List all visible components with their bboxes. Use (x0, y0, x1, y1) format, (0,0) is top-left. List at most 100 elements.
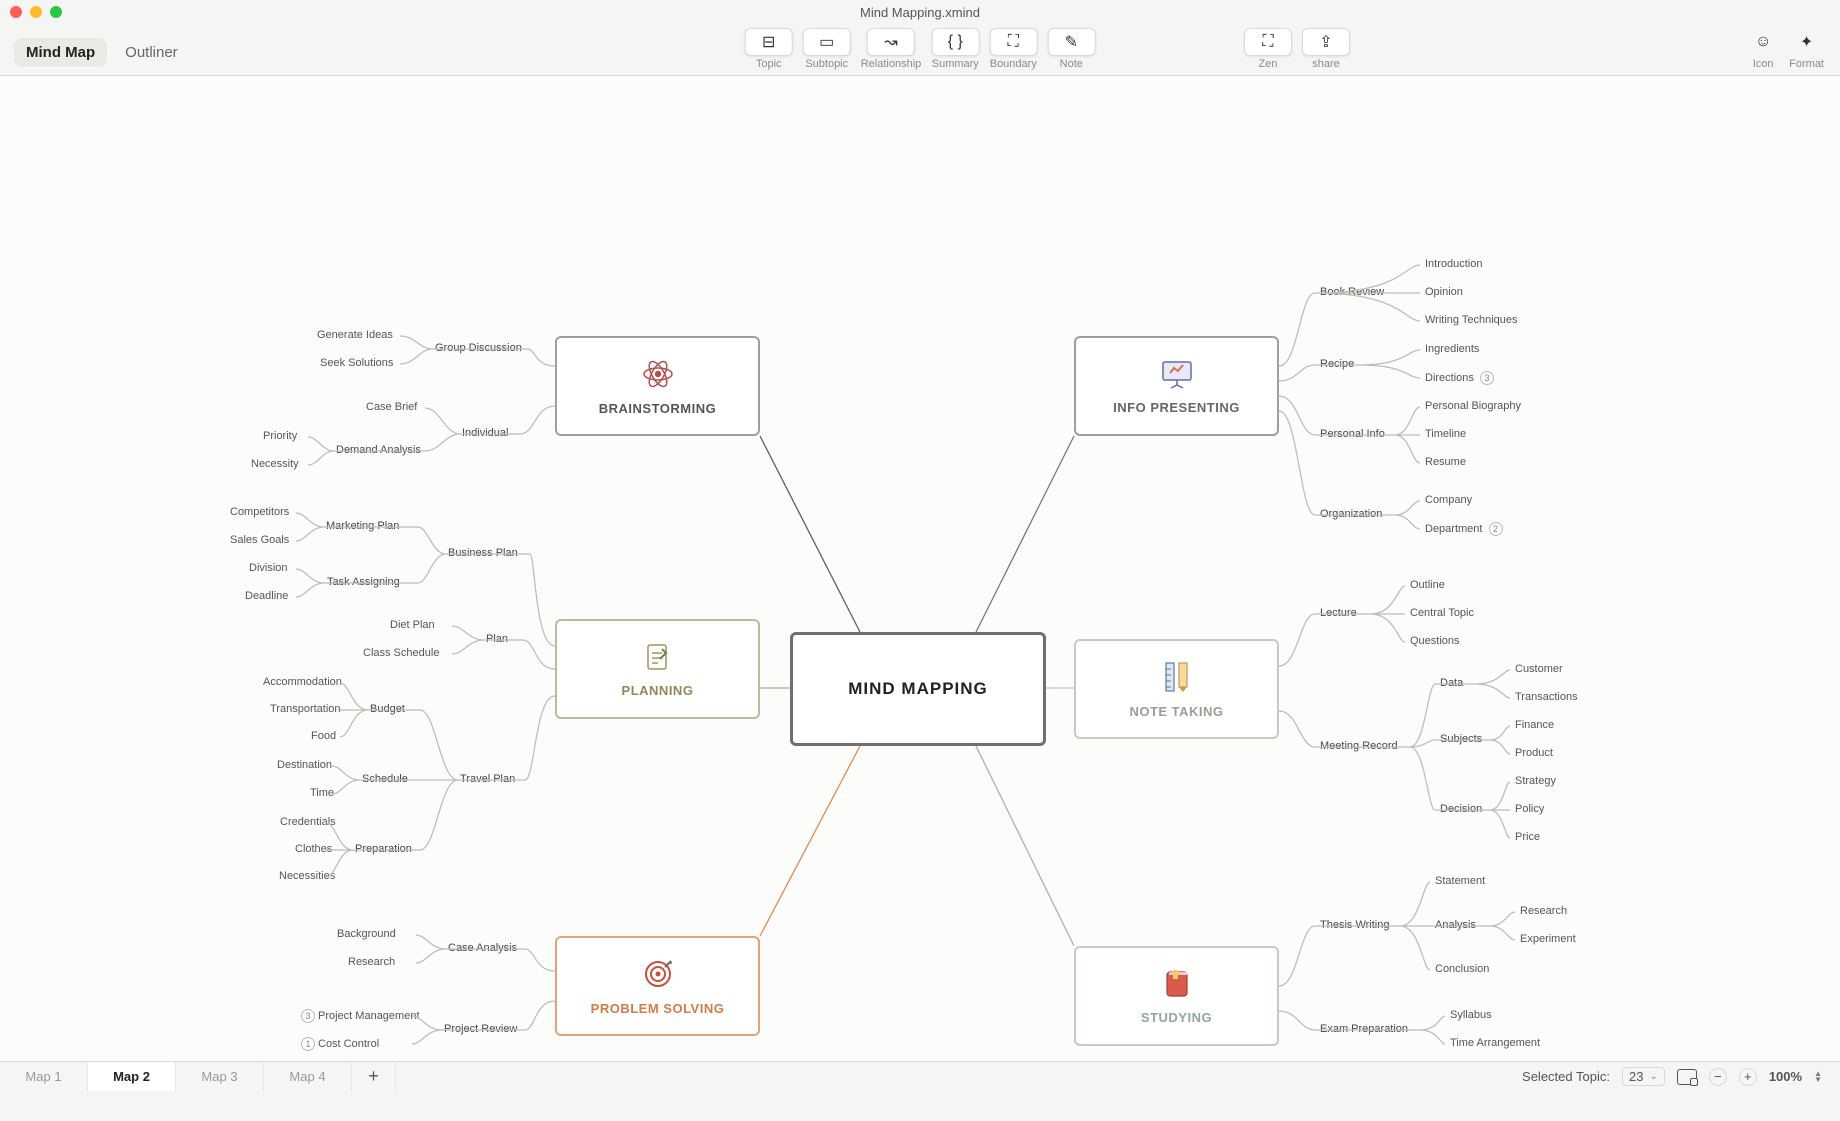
leaf-necessity[interactable]: Necessity (251, 458, 299, 470)
sub-data[interactable]: Data (1440, 677, 1463, 689)
share-button[interactable]: ⇪ (1302, 28, 1350, 56)
leaf-resume[interactable]: Resume (1425, 456, 1466, 468)
zoom-out-button[interactable]: − (1709, 1068, 1727, 1086)
sub-personal-info[interactable]: Personal Info (1320, 428, 1385, 440)
leaf-outline[interactable]: Outline (1410, 579, 1445, 591)
sub-subjects[interactable]: Subjects (1440, 733, 1482, 745)
boundary-button[interactable]: ⛶ (989, 28, 1037, 56)
sub-individual[interactable]: Individual (462, 427, 508, 439)
leaf-credentials[interactable]: Credentials (280, 816, 336, 828)
leaf-food[interactable]: Food (311, 730, 336, 742)
sub-exam-prep[interactable]: Exam Preparation (1320, 1023, 1408, 1035)
zen-button[interactable]: ⛶ (1244, 28, 1292, 56)
leaf-class-schedule[interactable]: Class Schedule (363, 647, 439, 659)
sub-project-review[interactable]: Project Review (444, 1023, 517, 1035)
tab-map-3[interactable]: Map 3 (176, 1062, 264, 1091)
zoom-stepper[interactable]: ▲▼ (1814, 1071, 1822, 1083)
leaf-research[interactable]: Research (348, 956, 395, 968)
sub-decision[interactable]: Decision (1440, 803, 1482, 815)
topic-planning[interactable]: PLANNING (555, 619, 760, 719)
leaf-policy[interactable]: Policy (1515, 803, 1544, 815)
sub-plan[interactable]: Plan (486, 633, 508, 645)
sub-marketing-plan[interactable]: Marketing Plan (326, 520, 399, 532)
leaf-experiment[interactable]: Experiment (1520, 933, 1576, 945)
leaf-project-mgmt[interactable]: 3Project Management (298, 1009, 420, 1023)
minimize-icon[interactable] (30, 6, 42, 18)
close-icon[interactable] (10, 6, 22, 18)
leaf-transportation[interactable]: Transportation (270, 703, 341, 715)
leaf-accommodation[interactable]: Accommodation (263, 676, 342, 688)
tab-map-2[interactable]: Map 2 (88, 1062, 176, 1091)
leaf-destination[interactable]: Destination (277, 759, 332, 771)
sub-organization[interactable]: Organization (1320, 508, 1382, 520)
tab-map-4[interactable]: Map 4 (264, 1062, 352, 1091)
maximize-icon[interactable] (50, 6, 62, 18)
leaf-sales-goals[interactable]: Sales Goals (230, 534, 289, 546)
leaf-priority[interactable]: Priority (263, 430, 297, 442)
subtopic-button[interactable]: ▭ (803, 28, 851, 56)
summary-button[interactable]: { } (931, 28, 979, 56)
leaf-product[interactable]: Product (1515, 747, 1553, 759)
leaf-diet-plan[interactable]: Diet Plan (390, 619, 435, 631)
topic-button[interactable]: ⊟ (745, 28, 793, 56)
leaf-generate-ideas[interactable]: Generate Ideas (317, 329, 393, 341)
leaf-department[interactable]: Department 2 (1425, 522, 1506, 536)
view-outliner[interactable]: Outliner (113, 38, 190, 67)
sub-business-plan[interactable]: Business Plan (448, 547, 518, 559)
leaf-transactions[interactable]: Transactions (1515, 691, 1578, 703)
sub-recipe[interactable]: Recipe (1320, 358, 1354, 370)
leaf-timeline[interactable]: Timeline (1425, 428, 1466, 440)
leaf-introduction[interactable]: Introduction (1425, 258, 1482, 270)
leaf-statement[interactable]: Statement (1435, 875, 1485, 887)
sub-book-review[interactable]: Book Review (1320, 286, 1384, 298)
leaf-writing-techniques[interactable]: Writing Techniques (1425, 314, 1518, 326)
leaf-central-topic[interactable]: Central Topic (1410, 607, 1474, 619)
minimap-icon[interactable] (1677, 1069, 1697, 1085)
sub-meeting-record[interactable]: Meeting Record (1320, 740, 1398, 752)
leaf-clothes[interactable]: Clothes (295, 843, 332, 855)
leaf-directions[interactable]: Directions 3 (1425, 371, 1497, 385)
leaf-competitors[interactable]: Competitors (230, 506, 289, 518)
topic-studying[interactable]: STUDYING (1074, 946, 1279, 1046)
tab-map-1[interactable]: Map 1 (0, 1062, 88, 1091)
topic-note-taking[interactable]: NOTE TAKING (1074, 639, 1279, 739)
leaf-questions[interactable]: Questions (1410, 635, 1460, 647)
sub-schedule[interactable]: Schedule (362, 773, 408, 785)
leaf-customer[interactable]: Customer (1515, 663, 1563, 675)
sub-thesis[interactable]: Thesis Writing (1320, 919, 1389, 931)
leaf-ingredients[interactable]: Ingredients (1425, 343, 1479, 355)
leaf-personal-biog[interactable]: Personal Biography (1425, 400, 1521, 412)
leaf-company[interactable]: Company (1425, 494, 1472, 506)
topic-problem-solving[interactable]: PROBLEM SOLVING (555, 936, 760, 1036)
sub-task-assigning[interactable]: Task Assigning (327, 576, 400, 588)
leaf-deadline[interactable]: Deadline (245, 590, 288, 602)
zoom-in-button[interactable]: + (1739, 1068, 1757, 1086)
central-topic[interactable]: MIND MAPPING (790, 632, 1046, 746)
leaf-division[interactable]: Division (249, 562, 288, 574)
leaf-time[interactable]: Time (310, 787, 334, 799)
leaf-seek-solutions[interactable]: Seek Solutions (320, 357, 393, 369)
sub-lecture[interactable]: Lecture (1320, 607, 1357, 619)
mind-map-canvas[interactable]: MIND MAPPING BRAINSTORMING Group Discuss… (0, 76, 1840, 1091)
format-button[interactable]: ✦ (1791, 28, 1823, 56)
note-button[interactable]: ✎ (1047, 28, 1095, 56)
leaf-thesis-research[interactable]: Research (1520, 905, 1567, 917)
leaf-time-arrangement[interactable]: Time Arrangement (1450, 1037, 1540, 1049)
relationship-button[interactable]: ↝ (867, 28, 915, 56)
leaf-syllabus[interactable]: Syllabus (1450, 1009, 1492, 1021)
add-tab-button[interactable]: + (352, 1062, 396, 1091)
topic-brainstorming[interactable]: BRAINSTORMING (555, 336, 760, 436)
leaf-conclusion[interactable]: Conclusion (1435, 963, 1489, 975)
view-mind-map[interactable]: Mind Map (14, 38, 107, 67)
selected-topic-dropdown[interactable]: 23 ⌄ (1622, 1067, 1665, 1086)
leaf-opinion[interactable]: Opinion (1425, 286, 1463, 298)
leaf-strategy[interactable]: Strategy (1515, 775, 1556, 787)
topic-info-presenting[interactable]: INFO PRESENTING (1074, 336, 1279, 436)
leaf-cost-control[interactable]: 1Cost Control (298, 1037, 379, 1051)
sub-group-discussion[interactable]: Group Discussion (435, 342, 522, 354)
sub-case-analysis[interactable]: Case Analysis (448, 942, 517, 954)
sub-analysis[interactable]: Analysis (1435, 919, 1476, 931)
sub-demand-analysis[interactable]: Demand Analysis (336, 444, 421, 456)
leaf-finance[interactable]: Finance (1515, 719, 1554, 731)
leaf-necessities[interactable]: Necessities (279, 870, 335, 882)
